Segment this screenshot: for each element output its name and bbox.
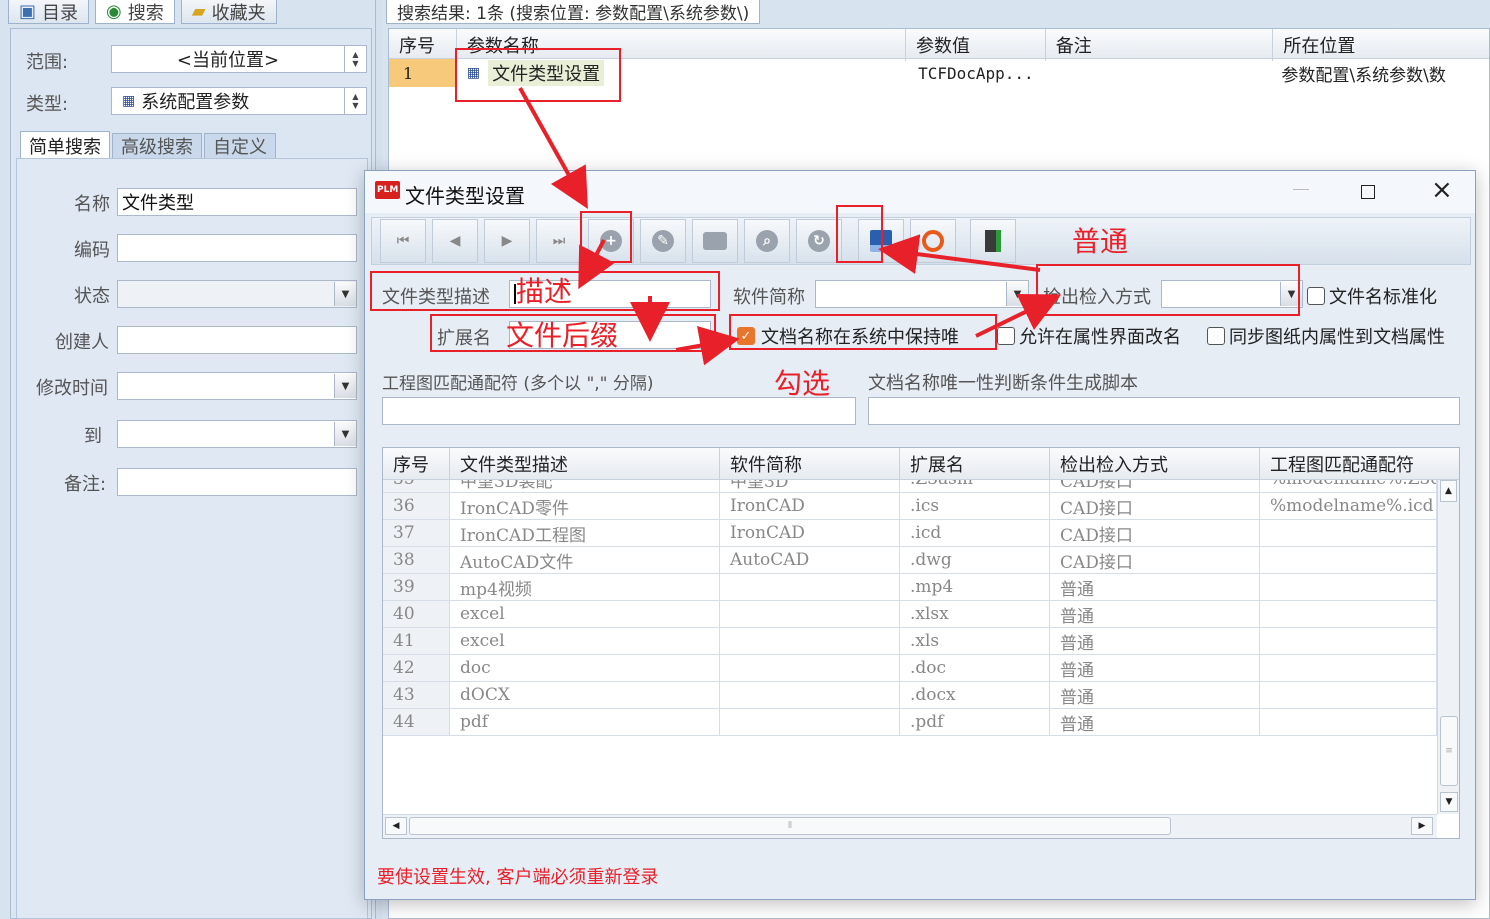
grid-header: 序号 文件类型描述 软件简称 扩展名 检出检入方式 工程图匹配通配符 [383, 448, 1459, 480]
col-ext[interactable]: 扩展名 [900, 448, 1050, 480]
arrow-ext-to-checkbox [675, 325, 740, 366]
col-index[interactable]: 序号 [383, 448, 450, 480]
arrow-row-to-add [518, 87, 588, 209]
col-checkin[interactable]: 检出检入方式 [1050, 448, 1260, 480]
arrow-checkbox-to-checkin [975, 294, 1062, 338]
col-desc[interactable]: 文件类型描述 [450, 448, 720, 480]
arrow-checkin-to-save [878, 234, 1041, 274]
arrow-add-to-desc [578, 239, 615, 290]
col-match[interactable]: 工程图匹配通配符 [1260, 448, 1436, 480]
col-soft[interactable]: 软件简称 [720, 448, 900, 480]
